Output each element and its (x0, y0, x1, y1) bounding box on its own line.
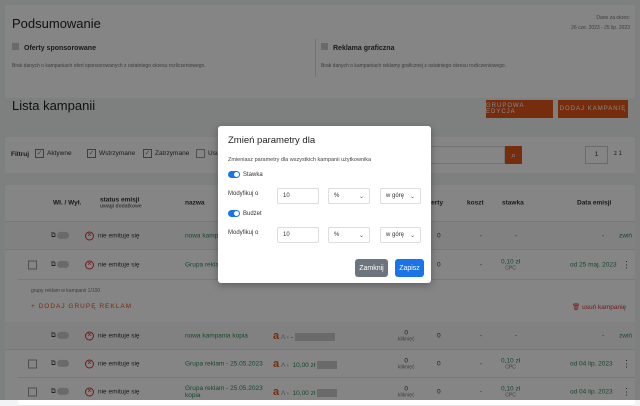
change-params-modal: Zmień parametry dla Zmieniasz parametry … (218, 126, 431, 283)
stawka-unit-select[interactable]: % ⌄ (328, 188, 370, 204)
modal-title: Zmień parametry dla (228, 135, 316, 146)
budzet-toggle[interactable]: Budżet (228, 210, 262, 217)
modal-subtitle: Zmieniasz parametry dla wszystkich kampa… (228, 157, 372, 163)
budzet-direction-select[interactable]: w górę ⌄ (380, 227, 421, 243)
save-button[interactable]: Zapisz (395, 259, 424, 277)
budzet-value-input[interactable]: 10 (277, 227, 319, 243)
stawka-direction-select[interactable]: w górę ⌄ (380, 188, 421, 204)
chevron-down-icon: ⌄ (409, 232, 415, 239)
budzet-unit-select[interactable]: % ⌄ (328, 227, 370, 243)
chevron-down-icon: ⌄ (358, 232, 364, 239)
chevron-down-icon: ⌄ (409, 193, 415, 200)
close-button[interactable]: Zamknij (355, 259, 388, 277)
stawka-modify-label: Modyfikuj o (228, 191, 259, 197)
stawka-toggle[interactable]: Stawka (228, 171, 263, 178)
stawka-value-input[interactable]: 10 (277, 188, 319, 204)
budzet-modify-label: Modyfikuj o (228, 230, 259, 236)
chevron-down-icon: ⌄ (358, 193, 364, 200)
